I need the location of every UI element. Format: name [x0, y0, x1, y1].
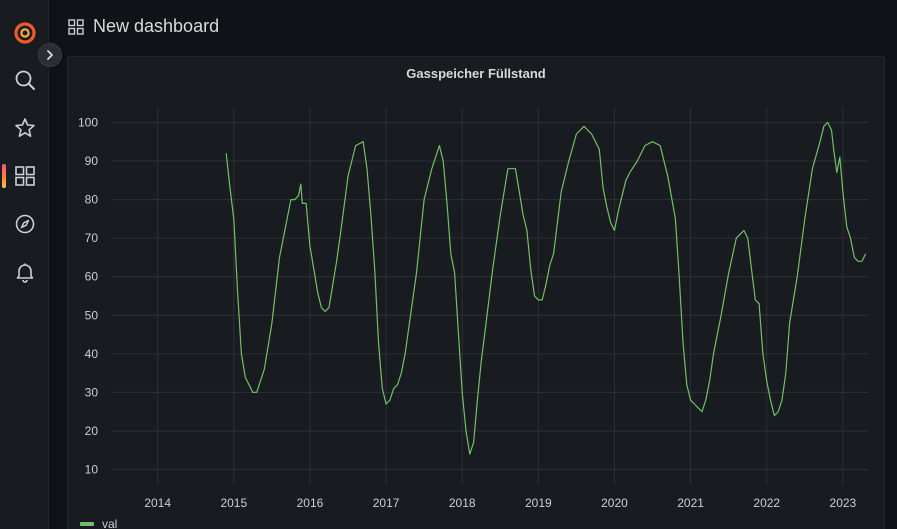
x-tick-label: 2018	[449, 496, 476, 510]
y-tick-label: 10	[85, 463, 99, 477]
y-tick-label: 40	[85, 347, 99, 361]
search-icon[interactable]	[0, 62, 49, 98]
top-bar: New dashboard	[49, 0, 897, 56]
y-tick-label: 70	[85, 231, 99, 245]
x-tick-label: 2023	[830, 496, 857, 510]
x-tick-label: 2016	[297, 496, 324, 510]
x-tick-label: 2014	[144, 496, 171, 510]
x-tick-label: 2020	[601, 496, 628, 510]
x-tick-label: 2022	[753, 496, 780, 510]
y-tick-label: 100	[78, 115, 98, 129]
dashboard-title[interactable]: New dashboard	[93, 16, 219, 37]
y-tick-label: 60	[85, 270, 99, 284]
y-tick-label: 50	[85, 308, 99, 322]
x-tick-label: 2021	[677, 496, 704, 510]
sidebar-expand-button[interactable]	[38, 43, 62, 67]
y-tick-label: 90	[85, 154, 99, 168]
x-tick-label: 2015	[220, 496, 247, 510]
chevron-right-icon	[47, 50, 53, 60]
y-tick-label: 20	[85, 424, 99, 438]
bell-icon[interactable]	[0, 254, 49, 290]
apps-grid-icon[interactable]	[0, 158, 49, 194]
legend-swatch	[80, 522, 94, 526]
legend-label-val[interactable]: val	[102, 517, 117, 529]
y-tick-label: 30	[85, 385, 99, 399]
legend: val	[80, 517, 117, 529]
star-icon[interactable]	[0, 110, 49, 146]
chart-panel: Gasspeicher Füllstand 10 20 30 40 50 60 70 80 90…	[67, 56, 885, 529]
compass-icon[interactable]	[0, 206, 49, 242]
sidebar	[0, 0, 49, 529]
dashboard-grid-icon	[68, 19, 84, 40]
y-tick-label: 80	[85, 193, 99, 207]
line-chart: 10 20 30 40 50 60 70 80 90 100 2014 2015 2016 2017 201…	[78, 107, 868, 510]
x-tick-label: 2017	[373, 496, 400, 510]
series-line-val	[225, 121, 867, 455]
x-tick-label: 2019	[525, 496, 552, 510]
